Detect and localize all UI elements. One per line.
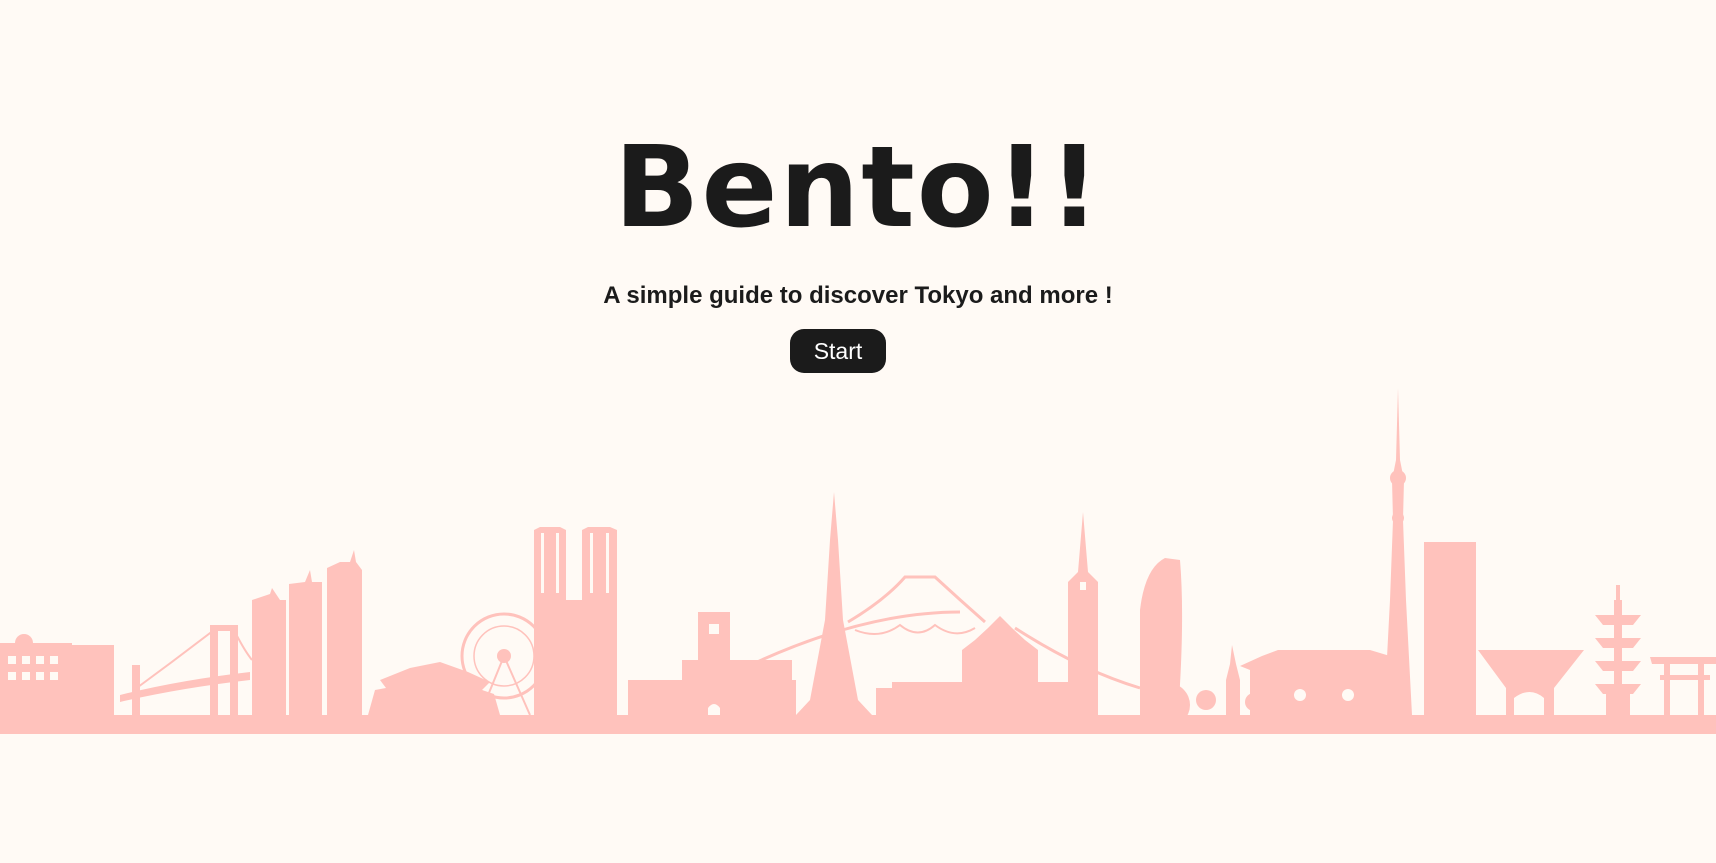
kaminarimon-gate <box>1240 650 1408 715</box>
metropolitan-government-building <box>534 527 617 715</box>
temple-and-ferris-wheel <box>368 612 548 716</box>
page-title: Bento!! <box>614 123 1102 253</box>
start-button[interactable]: Start <box>790 329 886 373</box>
skyline-ground <box>0 715 1716 734</box>
big-sight <box>1478 650 1584 715</box>
shinjuku-towers-left <box>252 550 362 715</box>
page-subtitle: A simple guide to discover Tokyo and mor… <box>603 282 1113 309</box>
pagoda <box>1595 585 1641 715</box>
cocoon-tower <box>1140 558 1190 727</box>
tokyo-skytree <box>1384 388 1412 715</box>
national-diet-building <box>876 616 1141 715</box>
torii-gate <box>1650 657 1716 715</box>
tokyo-skyline-illustration <box>0 388 1716 734</box>
landing-page: Bento!! A simple guide to discover Tokyo… <box>0 0 1716 863</box>
tokyo-tower <box>796 492 872 715</box>
mount-fuji <box>847 575 986 635</box>
right-tower <box>1424 542 1476 715</box>
docomo-tower <box>1068 512 1098 715</box>
left-buildings <box>0 634 114 715</box>
rainbow-bridge <box>120 625 253 715</box>
